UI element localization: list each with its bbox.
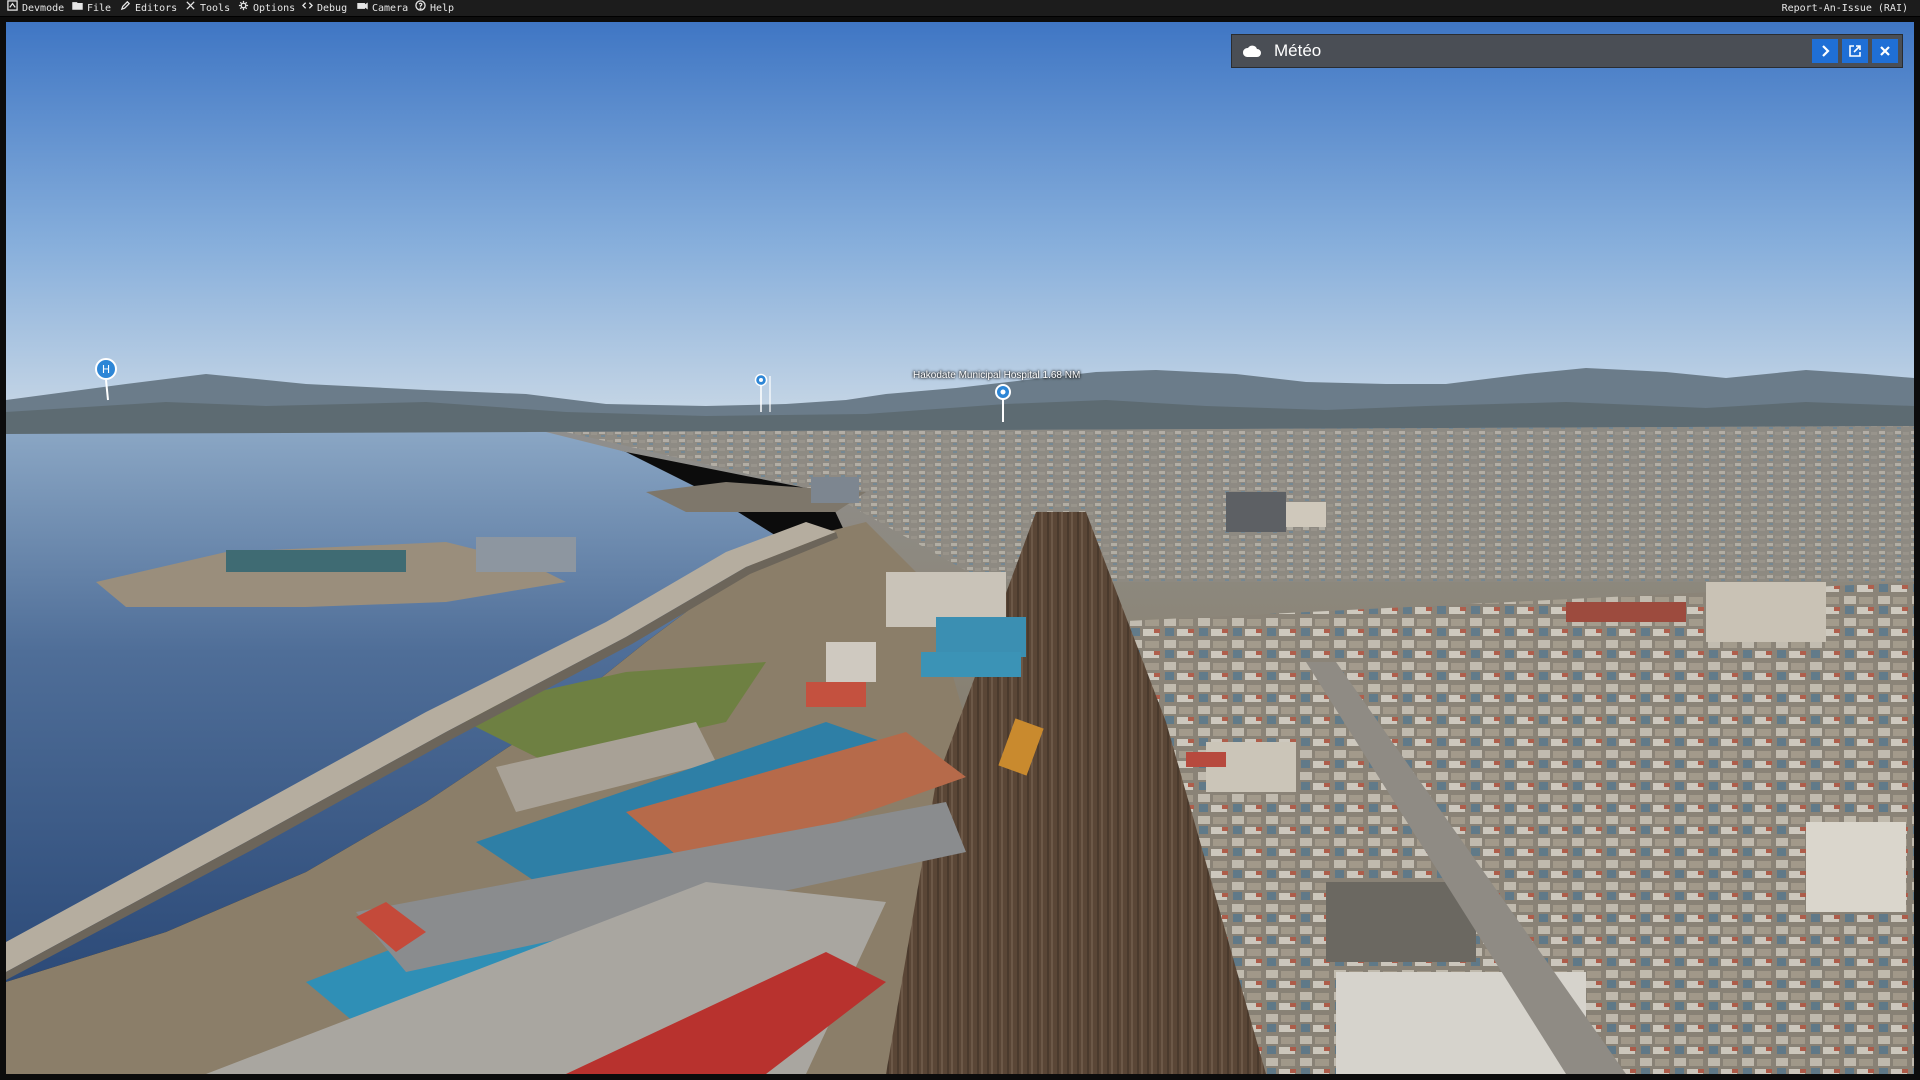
expand-button[interactable] [1812,39,1838,63]
meteo-panel: Météo [1231,34,1903,68]
menu-devmode-label: Devmode [22,3,65,14]
menu-editors-label: Editors [135,3,178,14]
helipad-marker[interactable]: H [93,358,119,406]
sim-viewport[interactable]: H Hakodate Municipal Hospital 1.68 NM [6,22,1914,1074]
devmode-menubar: Devmode File Editors Tools Options Debug… [0,0,1920,17]
camera-icon [357,0,368,17]
popout-button[interactable] [1842,39,1868,63]
menu-debug[interactable]: Debug [302,0,347,17]
poi-marker-distant[interactable] [754,372,774,424]
svg-text:H: H [102,363,110,376]
close-button[interactable] [1872,39,1898,63]
menu-editors[interactable]: Editors [120,0,177,17]
pencil-icon [120,0,131,17]
menu-debug-label: Debug [317,3,348,14]
hospital-poi-label: Hakodate Municipal Hospital 1.68 NM [913,370,1081,381]
devmode-icon [7,0,18,17]
close-icon [1880,46,1890,56]
aerial-scene [6,22,1914,1074]
menu-options-label: Options [253,3,296,14]
menu-file[interactable]: File [72,0,111,17]
menu-camera-label: Camera [372,3,409,14]
menu-camera[interactable]: Camera [357,0,408,17]
report-issue-link[interactable]: Report-An-Issue (RAI) [1782,0,1908,17]
tools-icon [185,0,196,17]
menu-tools-label: Tools [200,3,231,14]
gear-icon [238,0,249,17]
poi-icon [754,373,771,412]
menu-help-label: Help [430,3,455,14]
menu-help[interactable]: Help [415,0,454,17]
helipad-icon: H [95,358,117,401]
help-icon [415,0,426,17]
menu-options[interactable]: Options [238,0,295,17]
menu-tools[interactable]: Tools [185,0,230,17]
cloud-icon [1242,45,1261,57]
meteo-panel-title: Météo [1274,41,1322,60]
report-issue-label: Report-An-Issue (RAI) [1781,3,1908,14]
chevron-right-icon [1822,45,1830,57]
menu-devmode[interactable]: Devmode [7,0,64,17]
code-icon [302,0,313,17]
poi-icon [995,384,1011,422]
folder-icon [72,0,83,17]
menu-file-label: File [87,3,112,14]
panel-buttons [1812,39,1898,63]
popout-icon [1849,45,1861,57]
hospital-poi-marker[interactable] [993,382,1013,430]
